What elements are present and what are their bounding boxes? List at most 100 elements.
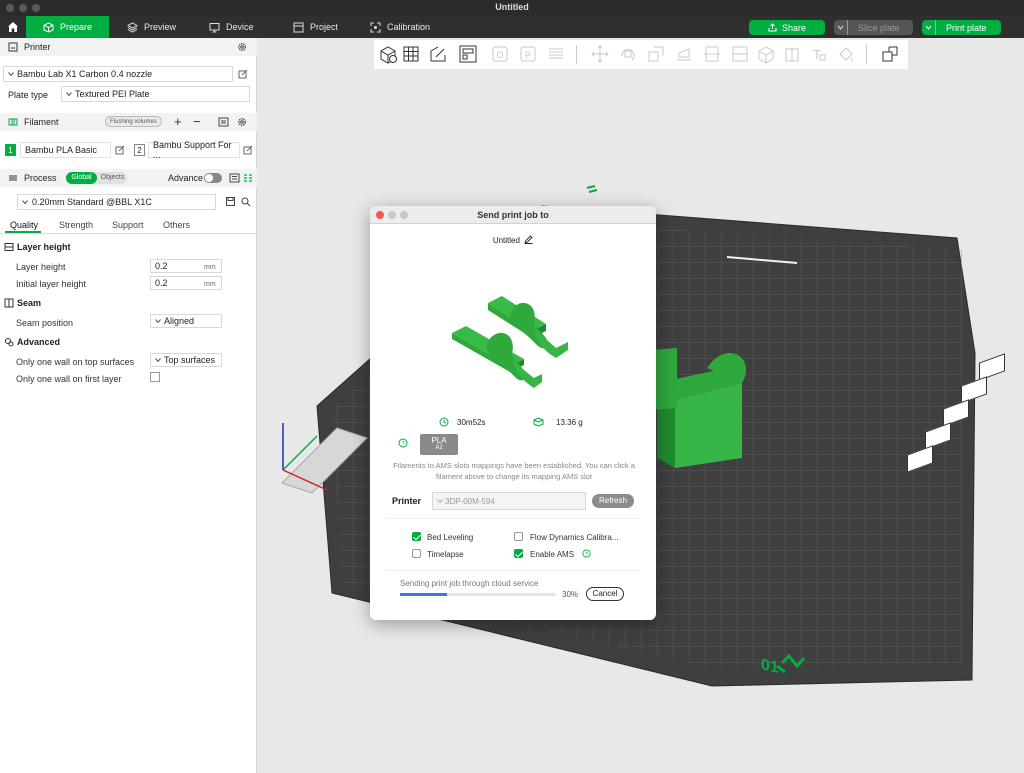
tab-prepare[interactable]: Prepare xyxy=(26,16,109,38)
filament-slot-1[interactable]: 1 xyxy=(5,144,16,156)
edit-icon[interactable] xyxy=(243,145,253,155)
tab-device[interactable]: Device xyxy=(209,16,254,38)
dialog-divider xyxy=(386,518,640,519)
main-tab-bar: Prepare Preview Device Project Calibrati… xyxy=(0,16,1024,38)
slice-dropdown[interactable] xyxy=(834,20,848,35)
auto-orient-icon[interactable] xyxy=(428,44,448,64)
color-paint-icon[interactable] xyxy=(836,44,856,64)
subtab-support[interactable]: Support xyxy=(112,220,144,230)
filament-slot-2[interactable]: 2 xyxy=(134,144,145,156)
project-icon xyxy=(293,22,304,32)
bed-leveling-checkbox[interactable] xyxy=(412,532,421,541)
plate-thumbnail xyxy=(452,296,568,388)
layers-icon xyxy=(127,21,138,33)
layer-height-group: Layer height xyxy=(4,242,71,252)
process-icon xyxy=(9,175,17,181)
share-button[interactable]: Share xyxy=(749,20,825,35)
refresh-button[interactable]: Refresh xyxy=(592,494,634,508)
printer-icon xyxy=(8,42,18,52)
rotate-icon[interactable] xyxy=(618,44,638,64)
print-dropdown[interactable] xyxy=(922,20,936,35)
global-objects-toggle[interactable]: Global Objects xyxy=(66,172,127,184)
flow-dynamics-checkbox[interactable] xyxy=(514,532,523,541)
dialog-title-bar: Send print job to xyxy=(370,206,656,224)
gear-icon[interactable] xyxy=(237,42,247,52)
slice-plate-button[interactable]: Slice plate xyxy=(834,20,913,35)
edit-icon[interactable] xyxy=(115,145,125,155)
filament-mapping-button[interactable]: PLA A2 xyxy=(420,434,458,455)
save-icon[interactable] xyxy=(226,197,235,206)
subtab-others[interactable]: Others xyxy=(163,220,190,230)
object-toolbar: O P T xyxy=(374,40,908,69)
print-time: 30m52s xyxy=(457,418,486,427)
tab-label: Device xyxy=(226,22,254,32)
enable-ams-label: Enable AMS xyxy=(530,550,575,559)
seam-paint-icon[interactable] xyxy=(782,44,802,64)
bed-leveling-label: Bed Leveling xyxy=(427,533,474,542)
help-icon[interactable]: ? xyxy=(398,438,408,448)
subtab-quality[interactable]: Quality xyxy=(10,220,38,230)
toggle-objects[interactable]: Objects xyxy=(98,172,127,184)
gear-icon[interactable] xyxy=(237,117,247,127)
initial-layer-height-unit: mm xyxy=(204,281,216,288)
printer-select[interactable]: Bambu Lab X1 Carbon 0.4 nozzle xyxy=(3,66,233,82)
initial-layer-height-label: Initial layer height xyxy=(16,279,87,289)
chevron-down-icon xyxy=(8,72,14,76)
split-objects-icon[interactable]: O xyxy=(490,44,510,64)
help-icon[interactable]: ? xyxy=(582,549,591,558)
top-wall-select[interactable]: Top surfaces xyxy=(150,353,222,367)
edit-icon[interactable] xyxy=(238,69,248,79)
flow-dynamics-label: Flow Dynamics Calibra... xyxy=(530,533,619,542)
compare-icon[interactable] xyxy=(243,173,253,183)
filament-1-select[interactable]: Bambu PLA Basic xyxy=(20,142,111,158)
filament-weight: 13.36 g xyxy=(556,418,583,427)
enable-ams-checkbox[interactable] xyxy=(514,549,523,558)
flushing-volumes-button[interactable]: Flushing volumes xyxy=(105,116,162,127)
process-section-header: Process Global Objects Advance xyxy=(0,169,257,187)
chevron-down-icon xyxy=(837,25,844,30)
print-plate-button[interactable]: Print plate xyxy=(922,20,1001,35)
printer-select[interactable]: 3DP-00M-594 xyxy=(432,492,586,510)
assembly-view-icon[interactable] xyxy=(880,44,900,64)
layers-icon xyxy=(4,243,14,251)
boolean-icon[interactable] xyxy=(730,44,750,64)
process-preset-value: 0.20mm Standard @BBL X1C xyxy=(32,197,152,207)
toggle-global[interactable]: Global xyxy=(66,172,97,184)
arrange-icon[interactable] xyxy=(458,44,478,64)
top-wall-label: Only one wall on top surfaces xyxy=(16,357,135,367)
layer-height-label: Layer height xyxy=(16,262,66,272)
list-view-icon[interactable] xyxy=(229,173,240,183)
move-icon[interactable] xyxy=(590,44,610,64)
tab-preview[interactable]: Preview xyxy=(127,16,176,38)
subtab-strength[interactable]: Strength xyxy=(59,220,93,230)
seam-position-select[interactable]: Aligned xyxy=(150,314,222,328)
chevron-down-icon xyxy=(437,499,443,503)
split-parts-icon[interactable]: P xyxy=(518,44,538,64)
support-paint-icon[interactable] xyxy=(756,44,776,64)
process-preset-select[interactable]: 0.20mm Standard @BBL X1C xyxy=(17,194,216,210)
layers-edit-icon[interactable] xyxy=(546,44,566,64)
tab-project[interactable]: Project xyxy=(293,16,338,38)
text-shape-icon[interactable]: T xyxy=(808,44,828,64)
advance-switch[interactable] xyxy=(204,173,222,183)
sync-icon[interactable] xyxy=(218,117,229,127)
add-filament-button[interactable]: + xyxy=(174,114,182,129)
remove-filament-button[interactable]: − xyxy=(193,114,201,129)
cancel-button[interactable]: Cancel xyxy=(586,587,624,601)
home-button[interactable] xyxy=(0,16,26,38)
lay-on-face-icon[interactable] xyxy=(674,44,694,64)
first-layer-wall-checkbox[interactable] xyxy=(150,372,160,382)
initial-layer-height-value: 0.2 xyxy=(155,278,168,288)
cut-icon[interactable] xyxy=(702,44,722,64)
pencil-icon[interactable] xyxy=(524,235,533,244)
add-plate-icon[interactable] xyxy=(402,44,422,64)
filament-section-header: Filament Flushing volumes + − xyxy=(0,113,257,131)
plate-type-select[interactable]: Textured PEI Plate xyxy=(61,86,250,102)
tab-calibration[interactable]: Calibration xyxy=(370,16,430,38)
filament-2-select[interactable]: Bambu Support For ... xyxy=(148,140,240,160)
search-icon[interactable] xyxy=(241,197,251,207)
svg-text:O: O xyxy=(496,50,503,60)
add-object-icon[interactable] xyxy=(378,44,398,64)
timelapse-checkbox[interactable] xyxy=(412,549,421,558)
scale-icon[interactable] xyxy=(646,44,666,64)
